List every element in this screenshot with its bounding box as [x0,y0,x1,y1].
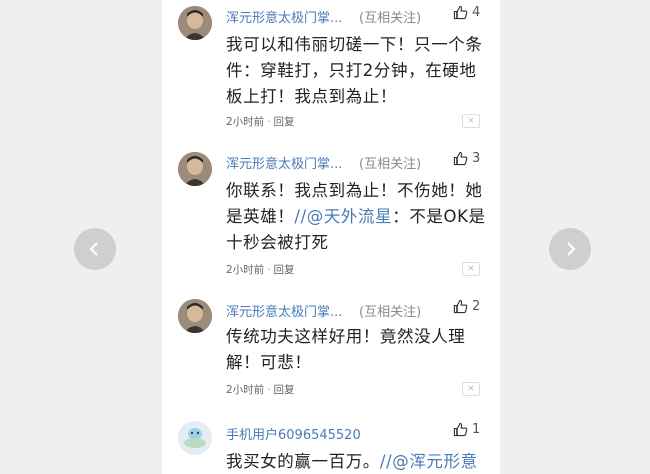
like-button[interactable]: 4 [453,5,480,20]
comment-text-part: 我买女的赢一百万。 [226,452,380,471]
comment-time: 2小时前 [226,264,265,276]
thumbs-up-icon [453,299,468,314]
close-icon: × [467,263,475,274]
thumbs-up-icon [453,422,468,437]
dismiss-button[interactable]: × [462,382,480,396]
comment-meta: 2小时前 · 回复 [226,116,295,128]
comment-text: 你联系！我点到為止！不伤她！她是英雄！//@天外流星：不是OK是十秒会被打死 [226,178,492,256]
comment-time: 2小时前 [226,384,265,396]
like-count: 3 [472,151,481,166]
avatar[interactable] [178,152,212,186]
username-link[interactable]: 浑元形意太极门掌... [226,301,342,320]
reply-button[interactable]: 回复 [274,384,295,396]
comment-text: 我可以和伟丽切磋一下！只一个条件：穿鞋打，只打2分钟，在硬地板上打！我点到為止！ [226,35,483,106]
like-count: 2 [472,299,481,314]
prev-button[interactable] [74,228,116,270]
follow-status: (互相关注) [359,11,422,26]
comment-time: 2小时前 [226,116,265,128]
follow-status: (互相关注) [359,157,422,172]
thumbs-up-icon [453,5,468,20]
reply-button[interactable]: 回复 [274,116,295,128]
close-icon: × [467,383,475,394]
like-button[interactable]: 1 [453,422,480,437]
dismiss-button[interactable]: × [462,262,480,276]
username-link[interactable]: 手机用户6096545520 [226,424,361,443]
reply-button[interactable]: 回复 [274,264,295,276]
avatar[interactable] [178,6,212,40]
comments-panel: 浑元形意太极门掌... (互相关注) 4 我可以和伟丽切磋一下！只一个条件：穿鞋… [162,0,500,474]
close-icon: × [467,115,475,126]
next-button[interactable] [549,228,591,270]
thumbs-up-icon [453,151,468,166]
follow-status: (互相关注) [359,305,422,320]
comment-text: 传统功夫这样好用！竟然没人理解！可悲！ [226,327,466,372]
chevron-right-icon [567,242,576,256]
username-link[interactable]: 浑元形意太极门掌... [226,7,342,26]
mention-link[interactable]: //@浑元形意 [380,452,478,471]
comment-meta: 2小时前 · 回复 [226,264,295,276]
comment-text: 我买女的赢一百万。//@浑元形意 [226,449,500,474]
like-button[interactable]: 2 [453,299,480,314]
like-button[interactable]: 3 [453,151,480,166]
like-count: 4 [472,5,481,20]
comment-meta: 2小时前 · 回复 [226,384,295,396]
username-link[interactable]: 浑元形意太极门掌... [226,153,342,172]
like-count: 1 [472,422,481,437]
avatar[interactable] [178,421,212,455]
dismiss-button[interactable]: × [462,114,480,128]
chevron-left-icon [89,242,98,256]
mention-link[interactable]: //@天外流星 [294,207,392,226]
avatar[interactable] [178,299,212,333]
